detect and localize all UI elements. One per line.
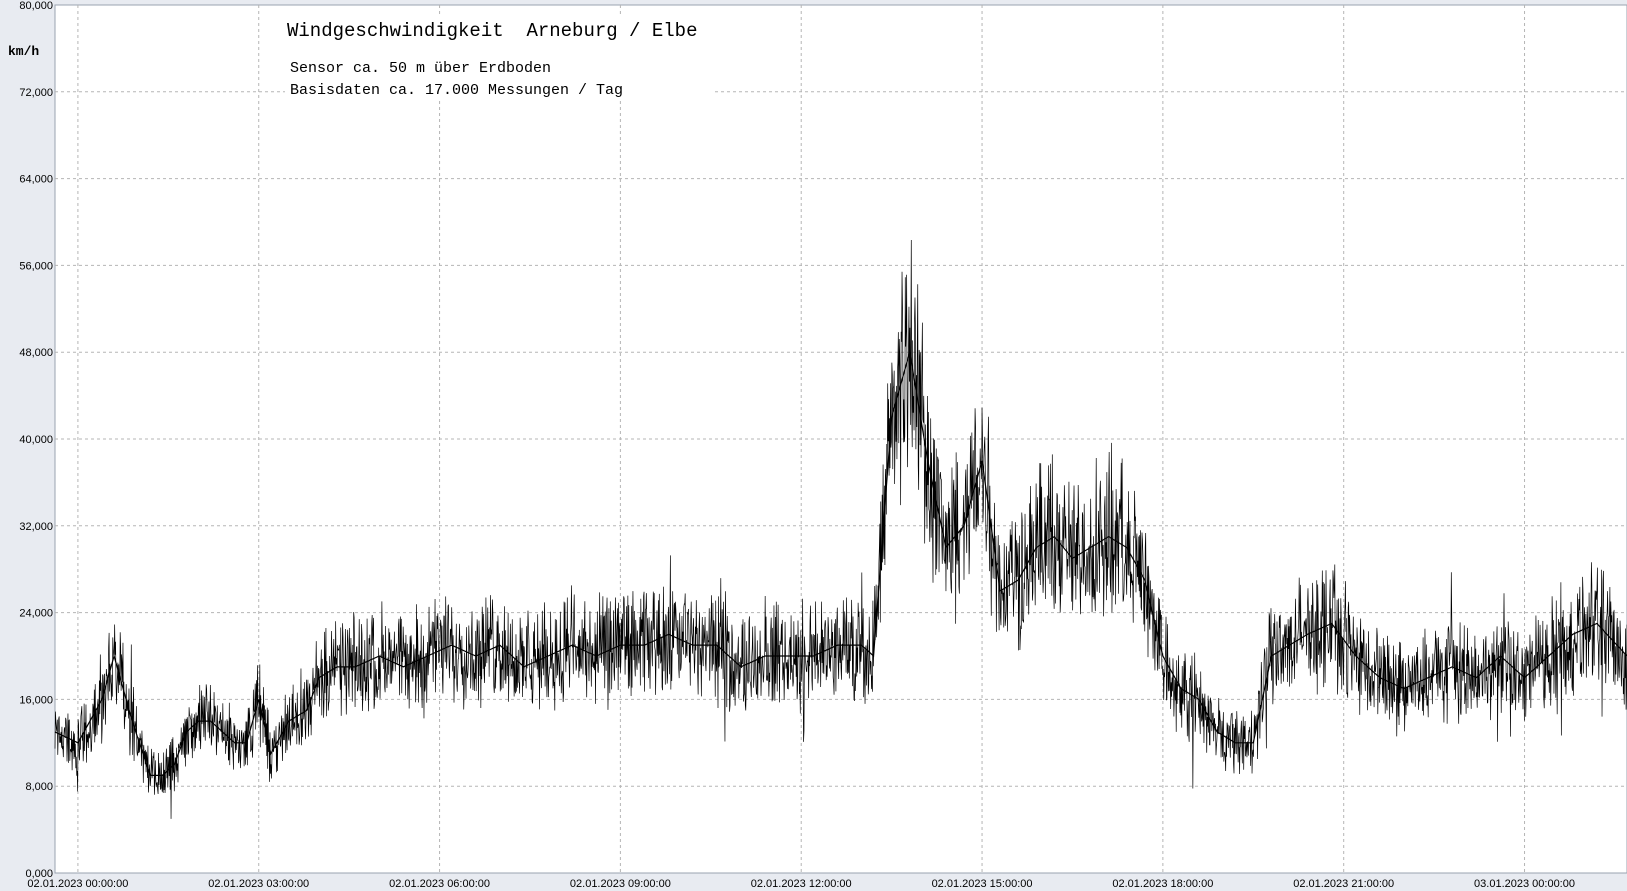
y-tick-label: 80,000 xyxy=(19,0,53,12)
x-tick-label: 02.01.2023 15:00:00 xyxy=(932,878,1033,890)
chart-subtitle-line-2: Basisdaten ca. 17.000 Messungen / Tag xyxy=(290,82,623,99)
y-axis-label: km/h xyxy=(8,44,39,59)
y-tick-label: 72,000 xyxy=(19,87,53,99)
y-tick-label: 56,000 xyxy=(19,260,53,272)
chart-title: Windgeschwindigkeit Arneburg / Elbe xyxy=(287,20,697,42)
y-tick-label: 32,000 xyxy=(19,521,53,533)
chart: 0,000 8,000 16,000 24,000 32,000 40,000 48,000… xyxy=(0,0,1627,891)
x-tick-label: 03.01.2023 00:00:00 xyxy=(1474,878,1575,890)
x-tick-label: 02.01.2023 06:00:00 xyxy=(389,878,490,890)
chart-svg: 0,0008,00016,00024,00032,00040,00048,000… xyxy=(0,0,1627,891)
x-tick-label: 02.01.2023 18:00:00 xyxy=(1112,878,1213,890)
x-tick-label: 02.01.2023 00:00:00 xyxy=(27,878,128,890)
x-tick-label: 02.01.2023 12:00:00 xyxy=(751,878,852,890)
y-tick-label: 16,000 xyxy=(19,694,53,706)
x-tick-label: 02.01.2023 21:00:00 xyxy=(1293,878,1394,890)
x-tick-label: 02.01.2023 03:00:00 xyxy=(208,878,309,890)
chart-subtitle-line-1: Sensor ca. 50 m über Erdboden xyxy=(290,60,551,77)
y-tick-label: 24,000 xyxy=(19,608,53,620)
y-tick-label: 40,000 xyxy=(19,434,53,446)
y-tick-label: 48,000 xyxy=(19,347,53,359)
y-tick-label: 64,000 xyxy=(19,174,53,186)
y-tick-label: 8,000 xyxy=(25,781,53,793)
x-tick-label: 02.01.2023 09:00:00 xyxy=(570,878,671,890)
